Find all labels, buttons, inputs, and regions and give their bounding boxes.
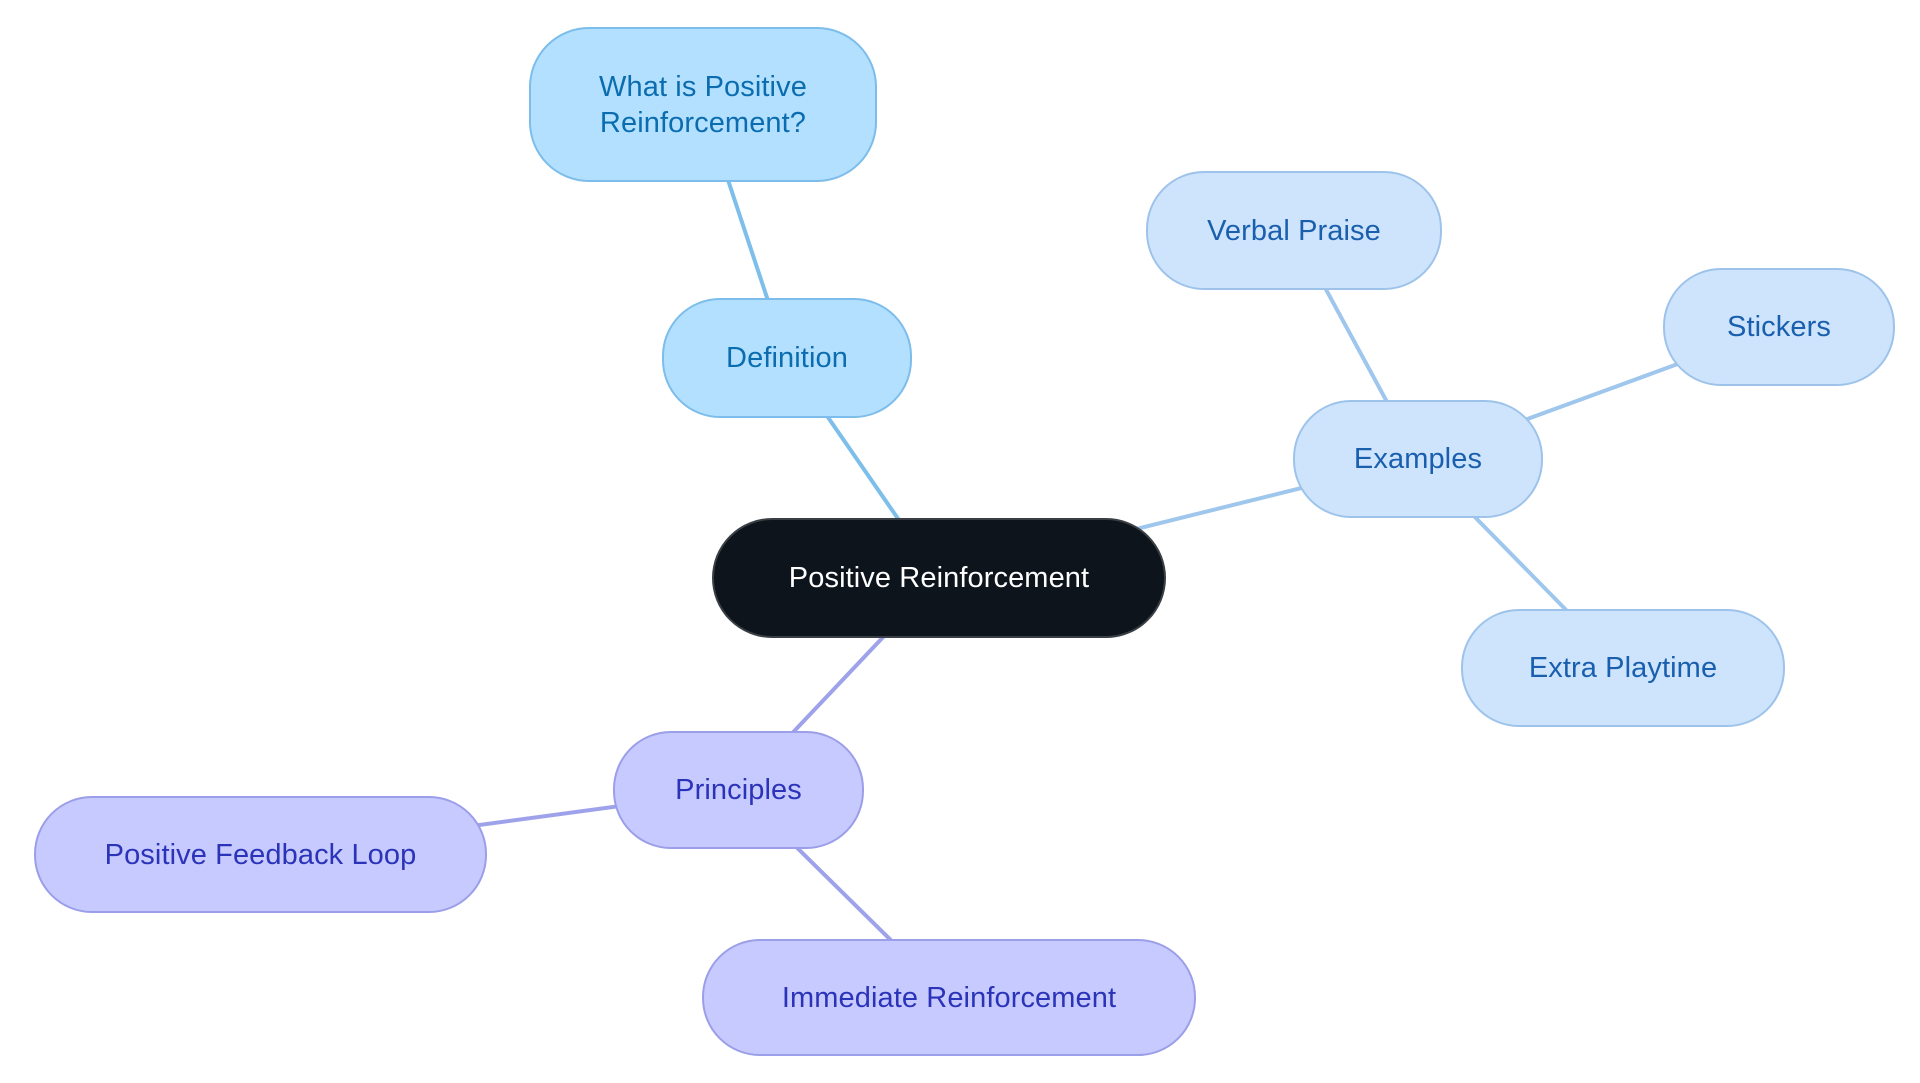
leaf-node-positive-feedback-loop[interactable]: Positive Feedback Loop [34,796,487,913]
leaf-node-verbal-praise[interactable]: Verbal Praise [1146,171,1442,290]
node-label: Definition [726,342,848,374]
node-label: Examples [1353,443,1483,475]
leaf-node-extra-playtime[interactable]: Extra Playtime [1461,609,1785,727]
node-label: Immediate Reinforcement [781,981,1117,1014]
branch-node-examples[interactable]: Examples [1293,400,1543,518]
node-label: Stickers [1727,311,1831,343]
node-label: Verbal Praise [1207,214,1381,247]
node-label: Positive Feedback Loop [104,838,417,871]
node-label: Extra Playtime [1528,652,1718,684]
leaf-node-immediate-reinforcement[interactable]: Immediate Reinforcement [702,939,1196,1056]
branch-node-principles[interactable]: Principles [613,731,864,849]
branch-node-definition[interactable]: Definition [662,298,912,418]
node-label: Principles [675,774,802,806]
node-label: Positive Reinforcement [788,562,1090,594]
node-label: What is Positive Reinforcement? [599,70,807,139]
leaf-node-stickers[interactable]: Stickers [1663,268,1895,386]
central-node-positive-reinforcement[interactable]: Positive Reinforcement [712,518,1166,638]
leaf-node-what-is-positive-reinforcement[interactable]: What is Positive Reinforcement? [529,27,877,182]
